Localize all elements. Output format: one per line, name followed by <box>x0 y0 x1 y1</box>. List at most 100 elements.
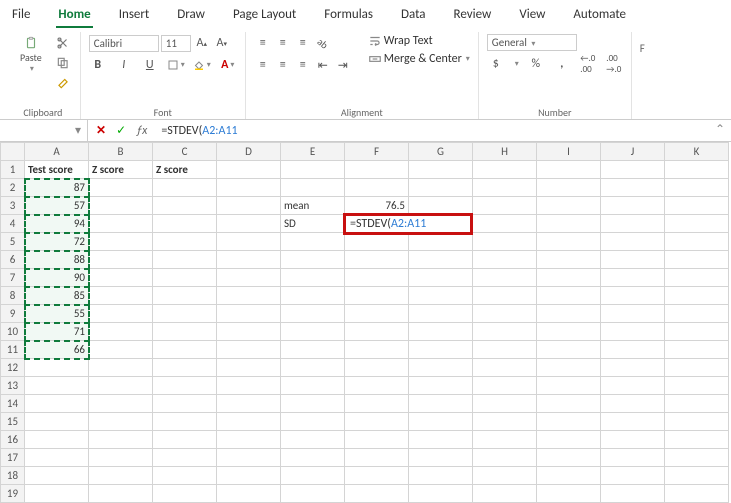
cell[interactable] <box>217 449 281 467</box>
cell[interactable] <box>345 233 409 251</box>
cell[interactable] <box>537 431 601 449</box>
cell[interactable] <box>665 161 729 179</box>
cell[interactable] <box>153 485 217 503</box>
font-color-button[interactable]: A▾ <box>219 56 237 74</box>
cell[interactable] <box>281 233 345 251</box>
cell[interactable] <box>601 359 665 377</box>
align-bottom-button[interactable]: ≡ <box>294 34 312 52</box>
cell[interactable] <box>537 395 601 413</box>
tab-view[interactable]: View <box>517 3 547 28</box>
row-header[interactable]: 19 <box>1 485 25 503</box>
cell[interactable] <box>89 341 153 359</box>
cell[interactable] <box>345 179 409 197</box>
cell[interactable] <box>473 233 537 251</box>
align-right-button[interactable]: ≡ <box>294 56 312 74</box>
cell[interactable] <box>409 413 473 431</box>
cell[interactable] <box>89 359 153 377</box>
cell[interactable] <box>537 467 601 485</box>
row-header[interactable]: 5 <box>1 233 25 251</box>
orientation-button[interactable]: ab <box>310 30 335 55</box>
cell[interactable] <box>89 233 153 251</box>
cell[interactable] <box>89 287 153 305</box>
cell[interactable] <box>281 395 345 413</box>
cell[interactable] <box>153 215 217 233</box>
cell[interactable] <box>153 305 217 323</box>
cell[interactable] <box>537 269 601 287</box>
row-header[interactable]: 18 <box>1 467 25 485</box>
cell[interactable] <box>217 485 281 503</box>
cell[interactable] <box>281 377 345 395</box>
cell[interactable] <box>537 359 601 377</box>
cell[interactable] <box>345 341 409 359</box>
enter-formula-button[interactable]: ✓ <box>116 123 126 138</box>
cell[interactable] <box>537 377 601 395</box>
increase-indent-button[interactable]: ⇥ <box>334 56 352 74</box>
cell[interactable] <box>89 485 153 503</box>
cell[interactable] <box>601 305 665 323</box>
row-header[interactable]: 12 <box>1 359 25 377</box>
cell[interactable] <box>473 269 537 287</box>
cell[interactable] <box>473 305 537 323</box>
align-middle-button[interactable]: ≡ <box>274 34 292 52</box>
cell[interactable] <box>89 413 153 431</box>
cell[interactable] <box>153 323 217 341</box>
cell[interactable] <box>665 413 729 431</box>
cell[interactable] <box>409 161 473 179</box>
name-box[interactable]: ▾ <box>0 120 88 141</box>
cell[interactable]: 57 <box>25 197 89 215</box>
cell[interactable] <box>217 269 281 287</box>
cell[interactable] <box>281 485 345 503</box>
cell[interactable]: 76.5 <box>345 197 409 215</box>
row-header[interactable]: 9 <box>1 305 25 323</box>
cell[interactable]: 90 <box>25 269 89 287</box>
cell[interactable] <box>25 485 89 503</box>
cell[interactable]: 55 <box>25 305 89 323</box>
cell[interactable] <box>281 359 345 377</box>
cell[interactable] <box>601 377 665 395</box>
cell[interactable] <box>153 467 217 485</box>
cell[interactable] <box>345 323 409 341</box>
cell[interactable] <box>345 251 409 269</box>
cell[interactable] <box>665 269 729 287</box>
tab-formulas[interactable]: Formulas <box>322 3 375 28</box>
cell[interactable] <box>345 467 409 485</box>
cell[interactable] <box>281 269 345 287</box>
cell[interactable] <box>409 359 473 377</box>
col-header[interactable]: G <box>409 143 473 161</box>
cell[interactable] <box>409 269 473 287</box>
row-header[interactable]: 7 <box>1 269 25 287</box>
decrease-indent-button[interactable]: ⇤ <box>314 56 332 74</box>
cancel-formula-button[interactable]: ✕ <box>96 123 106 138</box>
cell[interactable] <box>281 161 345 179</box>
cell[interactable] <box>345 485 409 503</box>
italic-button[interactable]: I <box>115 56 133 74</box>
cell[interactable] <box>281 251 345 269</box>
cell[interactable] <box>345 161 409 179</box>
cell[interactable] <box>665 287 729 305</box>
select-all-corner[interactable] <box>1 143 25 161</box>
cell[interactable] <box>217 395 281 413</box>
cell[interactable] <box>473 395 537 413</box>
cell[interactable] <box>665 233 729 251</box>
cell[interactable] <box>153 233 217 251</box>
cell[interactable] <box>665 395 729 413</box>
cell[interactable]: 88 <box>25 251 89 269</box>
row-header[interactable]: 13 <box>1 377 25 395</box>
cell[interactable] <box>153 377 217 395</box>
cell[interactable] <box>409 341 473 359</box>
cell[interactable] <box>89 467 153 485</box>
align-top-button[interactable]: ≡ <box>254 34 272 52</box>
cell[interactable] <box>537 179 601 197</box>
fill-color-button[interactable]: ▾ <box>193 56 211 74</box>
bold-button[interactable]: B <box>89 56 107 74</box>
cell[interactable] <box>217 197 281 215</box>
cell[interactable] <box>473 467 537 485</box>
currency-button[interactable]: $ <box>487 55 505 73</box>
cell[interactable] <box>601 395 665 413</box>
formula-input[interactable]: =STDEV(A2:A11 <box>155 120 731 141</box>
row-header[interactable]: 16 <box>1 431 25 449</box>
cell[interactable] <box>153 251 217 269</box>
cell[interactable] <box>409 395 473 413</box>
cell[interactable] <box>153 179 217 197</box>
active-cell[interactable]: =STDEV(A2:A11 <box>345 215 409 233</box>
